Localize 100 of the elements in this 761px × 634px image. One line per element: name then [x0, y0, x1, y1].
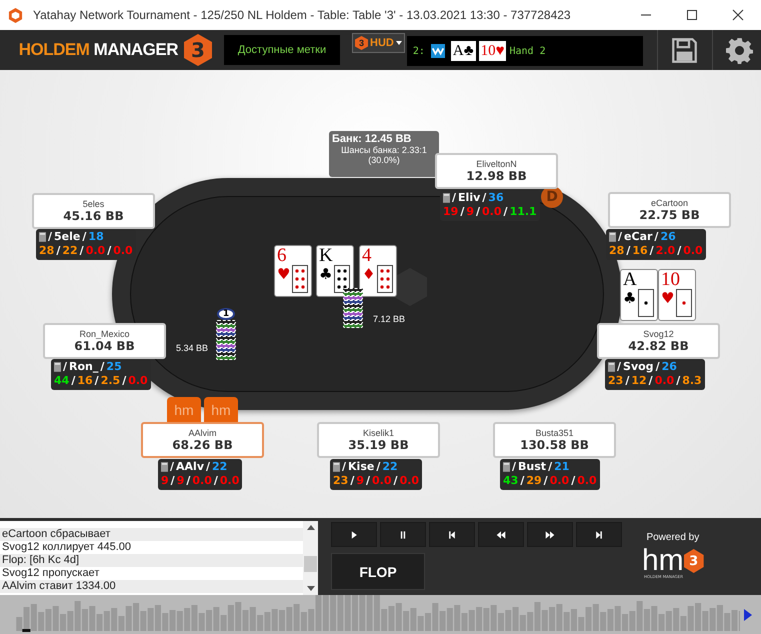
hud-stat: /	[63, 360, 68, 374]
note-icon[interactable]	[608, 362, 615, 372]
note-icon[interactable]	[333, 462, 340, 472]
bet-amount: 7.12 BB	[373, 314, 406, 324]
player-name: Busta351	[535, 428, 574, 438]
hud-stat: 9	[466, 205, 474, 219]
hud-stat: AAlv	[176, 460, 204, 474]
note-icon[interactable]	[54, 362, 61, 372]
player-name: EliveltonN	[476, 159, 517, 169]
hud-stat: 0.0	[482, 205, 502, 219]
note-icon[interactable]	[609, 232, 616, 242]
hud-stat: /	[654, 230, 658, 244]
close-icon[interactable]	[732, 9, 744, 21]
hud-stat: /	[376, 460, 380, 474]
first-button[interactable]	[429, 522, 475, 547]
player-nameplate[interactable]: EliveltonN 12.98 BB	[435, 153, 558, 189]
hud-stat: /	[170, 474, 175, 488]
hud-stat: /	[350, 474, 354, 488]
log-entry: AAlvim ставит 1334.00	[0, 580, 303, 593]
hud-stat: /	[186, 474, 190, 488]
pot-odds: Шансы банка: 2.33:1	[341, 145, 427, 155]
note-icon[interactable]	[39, 232, 46, 242]
hud-stat: 26	[662, 360, 677, 374]
note-icon[interactable]	[161, 462, 168, 472]
hud-stat: 0.0	[128, 374, 148, 388]
hud-stat: /	[394, 474, 398, 488]
player-nameplate[interactable]: Busta351 130.58 BB	[493, 422, 616, 458]
hud-stat: 0.0	[400, 474, 420, 488]
pot-percent: (30.0%)	[368, 155, 400, 165]
log-entry: eCartoon сбрасывает	[0, 528, 303, 541]
street-button[interactable]: FLOP	[331, 553, 425, 590]
hud-stat: 0.0	[683, 244, 703, 258]
scroll-up-icon[interactable]	[306, 525, 314, 530]
hud-stat: 18	[88, 230, 104, 244]
hud-stat: 0.0	[86, 244, 106, 258]
player-name: Kiselik1	[362, 428, 394, 438]
hud-stat: /	[100, 360, 104, 374]
forward-icon	[545, 530, 555, 540]
hud-stat: 9	[356, 474, 364, 488]
hud-stat: 28	[609, 244, 624, 258]
hud-stat: 0.0	[550, 474, 570, 488]
hud-stat: /	[452, 191, 456, 205]
hud-stat: 28	[39, 244, 54, 258]
hud-stat: 0.0	[113, 244, 133, 258]
hud-stat: 12	[631, 374, 647, 388]
hud-stat: /	[122, 374, 126, 388]
last-button[interactable]	[576, 522, 622, 547]
hud-stat: /	[460, 205, 464, 219]
hud-button[interactable]: 3 HUD	[352, 33, 405, 53]
hud-stat: /	[677, 244, 682, 258]
scroll-thumb[interactable]	[304, 556, 317, 572]
hud-stat: 22	[62, 244, 78, 258]
logo-mark: 3	[184, 34, 212, 66]
card-suit: ♣	[623, 290, 636, 306]
player-name: Svog12	[643, 329, 674, 339]
scroll-down-icon[interactable]	[306, 586, 314, 591]
hud-stat: /	[617, 360, 622, 374]
save-icon[interactable]	[670, 36, 698, 64]
hud-stat: 22	[212, 460, 228, 474]
player-stack: 12.98 BB	[466, 169, 527, 183]
hud-stat: 29	[526, 474, 542, 488]
player-nameplate[interactable]: 5eles 45.16 BB	[32, 193, 155, 229]
hud-stat: /	[94, 374, 99, 388]
player-nameplate[interactable]: Ron_Mexico 61.04 BB	[43, 323, 166, 359]
hud-stat: /	[107, 244, 112, 258]
note-icon[interactable]	[503, 462, 510, 472]
back-button[interactable]	[478, 522, 524, 547]
hud-stat: 0.0	[577, 474, 597, 488]
card-rank: 10	[661, 270, 680, 290]
hud-stat: /	[548, 460, 552, 474]
maximize-icon[interactable]	[686, 9, 698, 21]
player-stack: 22.75 BB	[639, 208, 700, 222]
note-icon[interactable]	[443, 193, 450, 203]
tags-panel[interactable]: Доступные метки	[224, 35, 340, 65]
next-arrow-icon[interactable]	[744, 608, 752, 620]
hud-stat: /	[71, 374, 76, 388]
log-entry: Svog12 коллирует 445.00	[1, 541, 132, 554]
forward-button[interactable]	[527, 522, 573, 547]
player-stack: 45.16 BB	[63, 209, 124, 223]
hud-stat: 19	[443, 205, 458, 219]
hud-stat: /	[618, 230, 622, 244]
player-nameplate[interactable]: eCartoon 22.75 BB	[608, 192, 731, 228]
card-face-icon	[377, 265, 393, 293]
hud-stat: 26	[660, 230, 676, 244]
player-nameplate[interactable]: Kiselik1 35.19 BB	[317, 422, 440, 458]
log-entry: Svog12 пропускает	[1, 567, 100, 580]
scrollbar[interactable]	[303, 521, 318, 595]
hud-stat: /	[206, 460, 210, 474]
play-icon	[349, 530, 359, 540]
hud-stat: 5ele	[54, 230, 80, 244]
hud-stat: 36	[488, 191, 504, 205]
hud-stat: /	[504, 205, 508, 219]
hud-stat: eCar	[624, 230, 652, 244]
player-name: 5eles	[82, 199, 104, 209]
player-nameplate[interactable]: Svog12 42.82 BB	[597, 323, 720, 359]
player-name: AAlvim	[188, 428, 216, 438]
settings-icon[interactable]	[726, 36, 753, 64]
player-nameplate[interactable]: AAlvim 68.26 BB	[141, 422, 264, 458]
hud-stat: 9	[176, 474, 184, 488]
card-face-icon	[638, 289, 654, 317]
